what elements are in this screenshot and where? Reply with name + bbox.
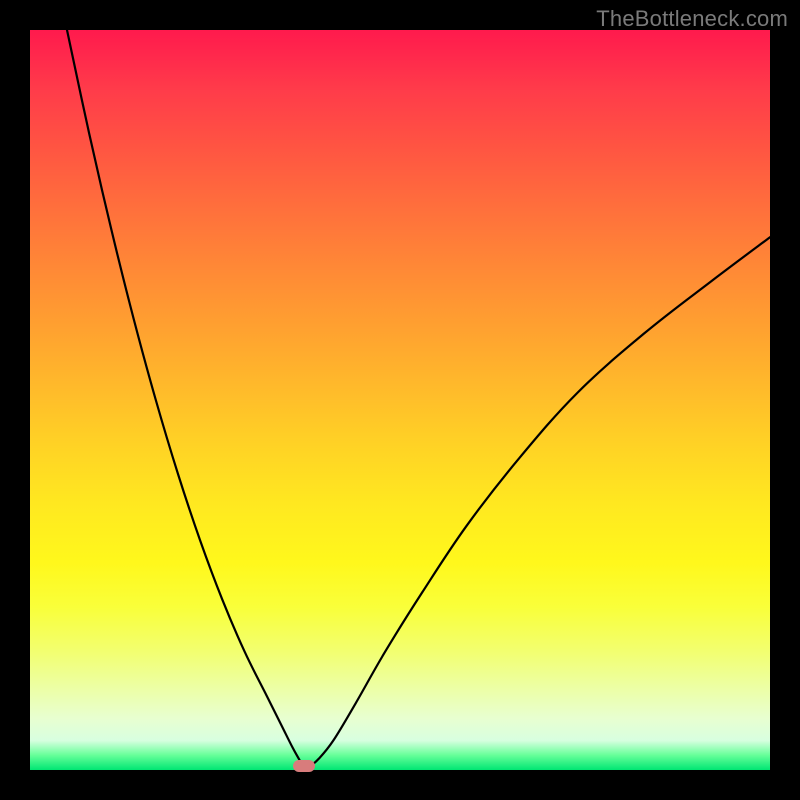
curve-left-branch <box>67 30 304 769</box>
chart-frame: TheBottleneck.com <box>0 0 800 800</box>
curve-right-branch <box>308 237 771 768</box>
watermark-text: TheBottleneck.com <box>596 6 788 32</box>
chart-curve-layer <box>30 30 770 770</box>
bottleneck-marker <box>293 760 315 772</box>
